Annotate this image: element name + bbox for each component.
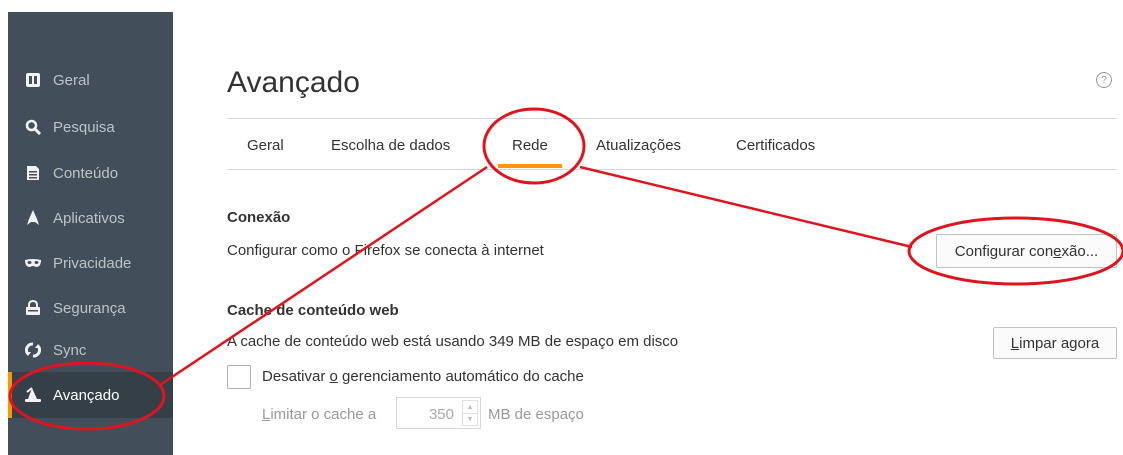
clear-cache-button[interactable]: Limpar agora: [993, 327, 1117, 359]
wizard-hat-icon: [25, 387, 41, 403]
sidebar-item-label: Segurança: [53, 299, 126, 317]
sidebar-item-label: Pesquisa: [53, 118, 115, 136]
spin-down-icon[interactable]: ▼: [463, 413, 477, 425]
cache-size-value: 350: [428, 406, 454, 423]
connection-description: Configurar como o Firefox se conecta à i…: [227, 242, 544, 259]
sidebar-item-privacidade[interactable]: Privacidade: [8, 240, 173, 286]
sidebar: Geral Pesquisa Conteúdo Aplicativos Priv…: [8, 12, 173, 455]
page-title: Avançado: [227, 66, 360, 99]
label-prefix: Desativar: [262, 368, 330, 385]
sidebar-item-label: Avançado: [53, 386, 120, 404]
sync-icon: [25, 342, 41, 358]
connection-section-title: Conexão: [227, 209, 291, 226]
sidebar-item-label: Privacidade: [53, 254, 132, 272]
sidebar-item-label: Sync: [53, 341, 87, 359]
rocket-icon: [25, 210, 41, 226]
sidebar-item-label: Aplicativos: [53, 209, 125, 227]
document-icon: [25, 165, 41, 181]
sidebar-item-avancado[interactable]: Avançado: [8, 372, 173, 418]
title-divider: [227, 118, 1117, 119]
spinner: ▲ ▼: [462, 400, 478, 426]
search-icon: [25, 119, 41, 135]
override-cache-checkbox[interactable]: [227, 365, 251, 389]
tab-escolha-de-dados[interactable]: Escolha de dados: [331, 137, 450, 154]
button-label: impar agora: [1019, 334, 1100, 352]
tab-geral[interactable]: Geral: [247, 137, 284, 154]
sidebar-item-seguranca[interactable]: Segurança: [8, 285, 173, 331]
tabs-divider: [227, 169, 1117, 170]
sidebar-item-pesquisa[interactable]: Pesquisa: [8, 104, 173, 150]
label-rest: imitar o cache a: [270, 406, 377, 423]
lock-icon: [25, 300, 41, 316]
cache-section-title: Cache de conteúdo web: [227, 302, 399, 319]
sidebar-item-aplicativos[interactable]: Aplicativos: [8, 195, 173, 241]
label-suffix: gerenciamento automático do cache: [337, 368, 584, 385]
sidebar-item-label: Geral: [53, 71, 90, 89]
mask-icon: [25, 255, 41, 271]
cache-limit-label: Limitar o cache a: [262, 406, 376, 423]
sidebar-item-geral[interactable]: Geral: [8, 57, 173, 103]
help-icon[interactable]: ?: [1096, 72, 1112, 88]
tab-certificados[interactable]: Certificados: [736, 137, 815, 154]
access-key: o: [329, 368, 338, 385]
button-label-suffix: xão...: [1061, 242, 1099, 260]
sidebar-item-sync[interactable]: Sync: [8, 327, 173, 373]
access-key: e: [1053, 242, 1062, 260]
cache-size-unit: MB de espaço: [488, 406, 584, 423]
configure-connection-button[interactable]: Configurar con e xão...: [936, 234, 1117, 268]
annotation-arrow-sidebar-to-tab: [159, 165, 488, 387]
override-cache-label[interactable]: Desativar o gerenciamento automático do …: [262, 368, 584, 385]
general-icon: [25, 72, 41, 88]
access-key: L: [1010, 334, 1020, 352]
cache-size-input[interactable]: 350 ▲ ▼: [396, 397, 481, 429]
tab-rede[interactable]: Rede: [498, 137, 562, 168]
annotation-arrow-tab-to-button: [579, 165, 913, 249]
tab-atualizacoes[interactable]: Atualizações: [596, 137, 681, 154]
cache-description: A cache de conteúdo web está usando 349 …: [227, 333, 679, 350]
button-label-prefix: Configurar con: [954, 242, 1054, 260]
sidebar-item-conteudo[interactable]: Conteúdo: [8, 150, 173, 196]
sidebar-item-label: Conteúdo: [53, 164, 119, 182]
